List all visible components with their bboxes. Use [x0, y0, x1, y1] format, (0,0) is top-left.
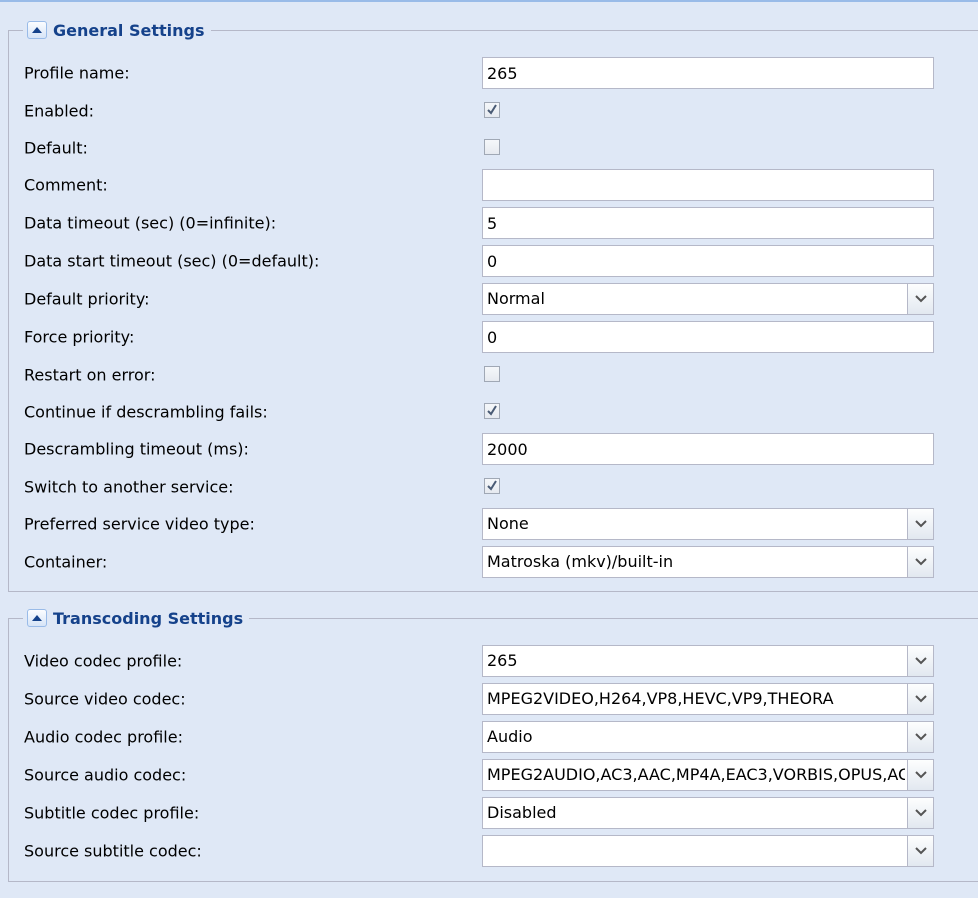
preferred-video-type-value: None: [487, 514, 529, 533]
collapse-up-icon: [32, 27, 42, 33]
descrambling-timeout-input[interactable]: [482, 433, 934, 465]
source-subtitle-codec-label: Source subtitle codec:: [24, 841, 202, 861]
top-border: [0, 0, 978, 2]
row-subtitle-codec-profile: Subtitle codec profile: Disabled: [24, 797, 934, 829]
checkmark-icon: [487, 104, 497, 115]
row-video-codec-profile: Video codec profile: 265: [24, 645, 934, 677]
row-switch-service: Switch to another service:: [24, 471, 934, 503]
chevron-down-icon: [914, 558, 927, 566]
data-timeout-input[interactable]: [482, 207, 934, 239]
default-priority-value: Normal: [487, 289, 545, 308]
source-subtitle-codec-select[interactable]: [482, 835, 934, 867]
comment-input[interactable]: [482, 169, 934, 201]
chevron-down-icon: [914, 847, 927, 855]
row-comment: Comment:: [24, 169, 934, 201]
comment-label: Comment:: [24, 175, 108, 195]
preferred-video-type-trigger[interactable]: [907, 509, 933, 539]
general-settings-title: General Settings: [53, 20, 205, 40]
row-data-timeout: Data timeout (sec) (0=infinite):: [24, 207, 934, 239]
row-descrambling-timeout: Descrambling timeout (ms):: [24, 433, 934, 465]
audio-codec-profile-select[interactable]: Audio: [482, 721, 934, 753]
transcoding-settings-title: Transcoding Settings: [53, 608, 244, 628]
row-continue-descrambling: Continue if descrambling fails:: [24, 396, 934, 428]
checkmark-icon: [487, 480, 497, 491]
general-settings-legend: General Settings: [23, 19, 211, 41]
continue-descrambling-label: Continue if descrambling fails:: [24, 402, 268, 422]
row-enabled: Enabled:: [24, 95, 934, 127]
restart-on-error-label: Restart on error:: [24, 365, 156, 385]
data-start-timeout-label: Data start timeout (sec) (0=default):: [24, 251, 320, 271]
subtitle-codec-profile-value: Disabled: [487, 803, 557, 822]
source-subtitle-codec-trigger[interactable]: [907, 836, 933, 866]
collapse-up-icon: [32, 615, 42, 621]
chevron-down-icon: [914, 733, 927, 741]
row-default-priority: Default priority: Normal: [24, 283, 934, 315]
row-force-priority: Force priority:: [24, 321, 934, 353]
row-restart-on-error: Restart on error:: [24, 359, 934, 391]
descrambling-timeout-label: Descrambling timeout (ms):: [24, 439, 249, 459]
chevron-down-icon: [914, 771, 927, 779]
container-trigger[interactable]: [907, 547, 933, 577]
force-priority-input[interactable]: [482, 321, 934, 353]
preferred-video-type-select[interactable]: None: [482, 508, 934, 540]
video-codec-profile-value: 265: [487, 651, 518, 670]
default-checkbox[interactable]: [484, 139, 500, 155]
audio-codec-profile-trigger[interactable]: [907, 722, 933, 752]
container-select[interactable]: Matroska (mkv)/built-in: [482, 546, 934, 578]
transcoding-settings-legend: Transcoding Settings: [23, 607, 250, 629]
profile-name-label: Profile name:: [24, 63, 130, 83]
source-video-codec-select[interactable]: MPEG2VIDEO,H264,VP8,HEVC,VP9,THEORA: [482, 683, 934, 715]
source-audio-codec-value: MPEG2AUDIO,AC3,AAC,MP4A,EAC3,VORBIS,OPUS…: [487, 765, 905, 784]
row-default: Default:: [24, 132, 934, 164]
subtitle-codec-profile-label: Subtitle codec profile:: [24, 803, 200, 823]
video-codec-profile-trigger[interactable]: [907, 646, 933, 676]
default-label: Default:: [24, 138, 88, 158]
row-data-start-timeout: Data start timeout (sec) (0=default):: [24, 245, 934, 277]
chevron-down-icon: [914, 520, 927, 528]
video-codec-profile-label: Video codec profile:: [24, 651, 183, 671]
switch-service-label: Switch to another service:: [24, 477, 234, 497]
force-priority-label: Force priority:: [24, 327, 135, 347]
chevron-down-icon: [914, 657, 927, 665]
profile-name-input[interactable]: [482, 57, 934, 89]
checkmark-icon: [487, 405, 497, 416]
audio-codec-profile-value: Audio: [487, 727, 533, 746]
source-video-codec-label: Source video codec:: [24, 689, 186, 709]
source-audio-codec-select[interactable]: MPEG2AUDIO,AC3,AAC,MP4A,EAC3,VORBIS,OPUS…: [482, 759, 934, 791]
general-settings-collapse-button[interactable]: [27, 21, 47, 39]
source-subtitle-codec-value: [487, 836, 905, 866]
row-profile-name: Profile name:: [24, 57, 934, 89]
container-value: Matroska (mkv)/built-in: [487, 552, 674, 571]
default-priority-trigger[interactable]: [907, 284, 933, 314]
row-container: Container: Matroska (mkv)/built-in: [24, 546, 934, 578]
preferred-video-type-label: Preferred service video type:: [24, 514, 255, 534]
continue-descrambling-checkbox[interactable]: [484, 403, 500, 419]
chevron-down-icon: [914, 809, 927, 817]
row-audio-codec-profile: Audio codec profile: Audio: [24, 721, 934, 753]
source-audio-codec-label: Source audio codec:: [24, 765, 187, 785]
audio-codec-profile-label: Audio codec profile:: [24, 727, 183, 747]
container-label: Container:: [24, 552, 108, 572]
row-source-subtitle-codec: Source subtitle codec:: [24, 835, 934, 867]
row-source-audio-codec: Source audio codec: MPEG2AUDIO,AC3,AAC,M…: [24, 759, 934, 791]
chevron-down-icon: [914, 695, 927, 703]
subtitle-codec-profile-trigger[interactable]: [907, 798, 933, 828]
video-codec-profile-select[interactable]: 265: [482, 645, 934, 677]
enabled-checkbox[interactable]: [484, 102, 500, 118]
source-video-codec-trigger[interactable]: [907, 684, 933, 714]
chevron-down-icon: [914, 295, 927, 303]
subtitle-codec-profile-select[interactable]: Disabled: [482, 797, 934, 829]
restart-on-error-checkbox[interactable]: [484, 366, 500, 382]
transcoding-settings-collapse-button[interactable]: [27, 609, 47, 627]
data-start-timeout-input[interactable]: [482, 245, 934, 277]
switch-service-checkbox[interactable]: [484, 478, 500, 494]
row-source-video-codec: Source video codec: MPEG2VIDEO,H264,VP8,…: [24, 683, 934, 715]
source-audio-codec-trigger[interactable]: [907, 760, 933, 790]
default-priority-select[interactable]: Normal: [482, 283, 934, 315]
default-priority-label: Default priority:: [24, 289, 150, 309]
source-video-codec-value: MPEG2VIDEO,H264,VP8,HEVC,VP9,THEORA: [487, 689, 834, 708]
data-timeout-label: Data timeout (sec) (0=infinite):: [24, 213, 277, 233]
row-preferred-video-type: Preferred service video type: None: [24, 508, 934, 540]
enabled-label: Enabled:: [24, 101, 95, 121]
